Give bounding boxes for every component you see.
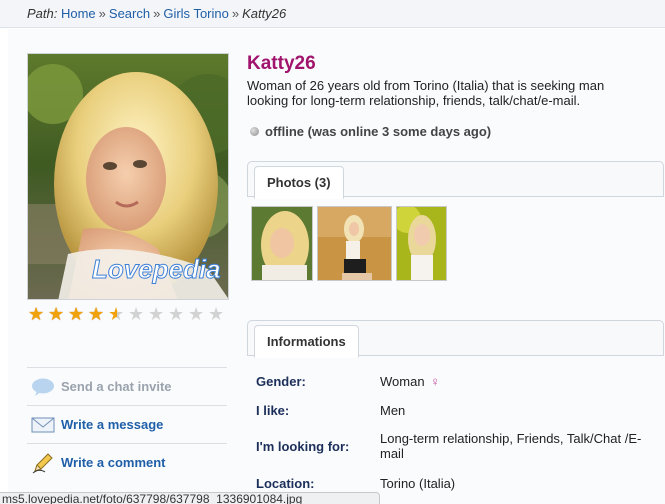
- tab-photos[interactable]: Photos (3): [254, 166, 344, 199]
- star-icon[interactable]: ★: [88, 306, 106, 324]
- star-empty-icon[interactable]: ★: [188, 306, 206, 324]
- profile-photo[interactable]: Lovepedia: [27, 53, 229, 300]
- star-icon[interactable]: ★: [28, 306, 46, 324]
- breadcrumb-separator: »: [98, 6, 106, 21]
- gender-value: Woman: [380, 373, 425, 389]
- like-value: Men: [380, 402, 406, 418]
- status-dot-icon: [250, 127, 259, 136]
- info-row-looking: I'm looking for: Long-term relationship,…: [256, 424, 656, 468]
- info-table: Gender: Woman ♀ I like: Men I'm looking …: [256, 366, 656, 498]
- breadcrumb-separator: »: [231, 6, 240, 21]
- breadcrumb: Path: Home» Search» Girls Torino» Katty26: [0, 0, 665, 28]
- photo-thumbnail[interactable]: [317, 206, 392, 281]
- photo-thumbnails: [251, 206, 447, 281]
- breadcrumb-home-link[interactable]: Home: [61, 6, 96, 21]
- breadcrumb-current: Katty26: [242, 6, 287, 21]
- breadcrumb-girls-torino-link[interactable]: Girls Torino: [163, 6, 229, 21]
- star-icon[interactable]: ★: [48, 306, 66, 324]
- info-row-like: I like: Men: [256, 396, 656, 424]
- write-comment-button[interactable]: Write a comment: [27, 443, 227, 481]
- looking-label: I'm looking for:: [256, 438, 350, 454]
- photos-panel: Photos (3): [247, 161, 664, 199]
- star-empty-icon[interactable]: ★: [208, 306, 226, 324]
- write-comment-label: Write a comment: [61, 455, 166, 470]
- profile-actions: Send a chat invite Write a message Write…: [27, 367, 227, 481]
- looking-value: Long-term relationship, Friends, Talk/Ch…: [380, 431, 642, 461]
- browser-status-bar: ms5.lovepedia.net/foto/637798/637798_133…: [0, 492, 380, 504]
- like-label: I like:: [256, 402, 290, 418]
- lovepedia-watermark: Lovepedia: [92, 254, 221, 284]
- send-chat-invite-button[interactable]: Send a chat invite: [27, 367, 227, 405]
- write-message-button[interactable]: Write a message: [27, 405, 227, 443]
- photo-thumbnail[interactable]: [396, 206, 447, 281]
- star-icon[interactable]: ★: [68, 306, 86, 324]
- send-chat-invite-label: Send a chat invite: [61, 379, 172, 394]
- profile-name: Katty26: [247, 53, 316, 74]
- envelope-icon: [31, 414, 55, 436]
- star-empty-icon[interactable]: ★: [128, 306, 146, 324]
- location-value: Torino (Italia): [380, 475, 456, 491]
- location-label: Location:: [256, 475, 315, 491]
- star-empty-icon[interactable]: ★: [148, 306, 166, 324]
- gender-label: Gender:: [256, 373, 306, 389]
- half-star-icon[interactable]: ★: [108, 306, 126, 324]
- online-status: offline (was online 3 some days ago): [250, 124, 491, 139]
- rating-stars[interactable]: ★ ★ ★ ★ ★ ★ ★ ★ ★ ★: [28, 306, 226, 324]
- write-message-label: Write a message: [61, 417, 164, 432]
- tab-informations[interactable]: Informations: [254, 325, 359, 358]
- pencil-icon: [31, 452, 55, 474]
- online-status-text: offline (was online 3 some days ago): [265, 124, 492, 139]
- chat-bubble-icon: [31, 376, 55, 398]
- venus-icon: ♀: [430, 373, 440, 389]
- breadcrumb-separator: »: [153, 6, 161, 21]
- informations-panel: Informations: [247, 320, 664, 358]
- profile-description: Woman of 26 years old from Torino (Itali…: [247, 78, 605, 108]
- breadcrumb-search-link[interactable]: Search: [109, 6, 150, 21]
- info-row-gender: Gender: Woman ♀: [256, 366, 656, 396]
- breadcrumb-prefix: Path:: [27, 6, 58, 21]
- star-empty-icon[interactable]: ★: [168, 306, 186, 324]
- photo-thumbnail[interactable]: [251, 206, 313, 281]
